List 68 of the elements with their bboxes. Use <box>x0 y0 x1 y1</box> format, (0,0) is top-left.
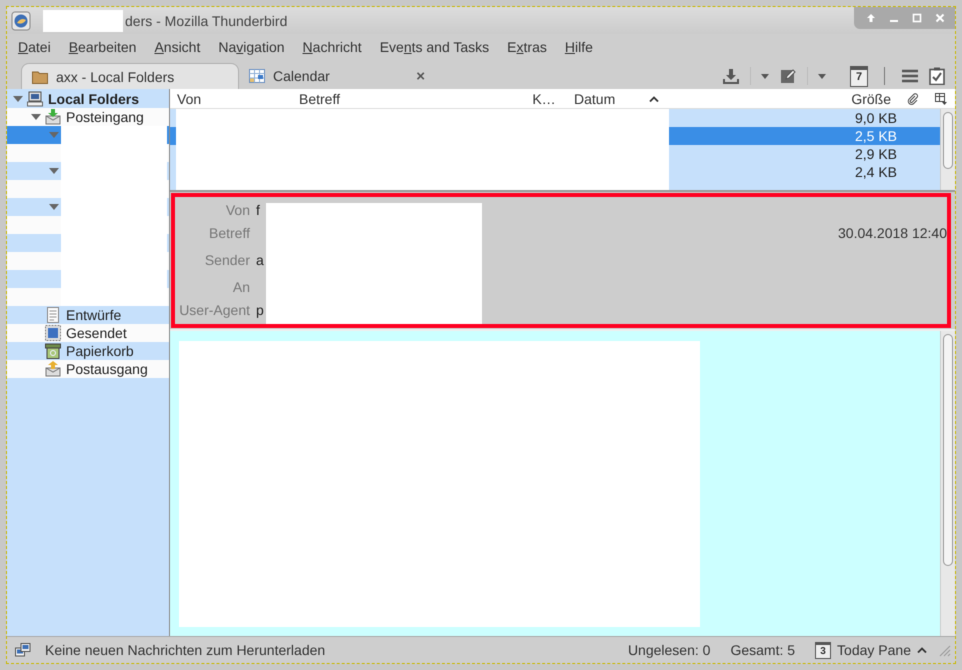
column-picker-icon[interactable] <box>935 92 947 104</box>
folder-row[interactable] <box>7 126 169 144</box>
total-count: Gesamt: 5 <box>730 642 796 658</box>
message-date: 30.04.2018 12:40 <box>838 225 947 241</box>
today-pane-button[interactable]: 3 Today Pane <box>815 642 927 658</box>
close-icon[interactable] <box>935 13 945 23</box>
network-icon <box>15 643 31 657</box>
scrollbar[interactable] <box>940 109 955 190</box>
tab[interactable]: axx - Local Folders <box>21 63 239 89</box>
calendar-icon <box>249 69 265 83</box>
expand-caret-icon[interactable] <box>49 168 59 174</box>
header-label: An <box>232 279 250 295</box>
header-label: Betreff <box>208 225 250 241</box>
close-tab-button[interactable]: × <box>416 68 425 84</box>
menu-item[interactable]: Datei <box>18 39 51 55</box>
folder-row[interactable]: Gesendet <box>7 324 169 342</box>
menu-item[interactable]: Events and Tasks <box>380 39 490 55</box>
folder-row[interactable]: Posteingang <box>7 108 169 126</box>
calendar-button[interactable]: 7 <box>850 66 868 86</box>
dropdown-caret-icon[interactable] <box>761 74 769 78</box>
inbox-icon <box>45 109 61 125</box>
header-label: User-Agent <box>178 302 250 318</box>
sort-ascending-icon <box>649 96 659 102</box>
task-checklist-icon[interactable] <box>929 67 945 85</box>
stamp-icon <box>45 325 61 341</box>
menu-item[interactable]: Navigation <box>218 39 285 55</box>
expand-caret-icon[interactable] <box>13 96 23 102</box>
outbox-icon <box>45 361 61 377</box>
expand-caret-icon[interactable] <box>49 204 59 210</box>
menu-item[interactable]: Ansicht <box>154 39 200 55</box>
paperclip-icon[interactable] <box>907 92 919 104</box>
header-value: f <box>256 202 260 218</box>
up-arrow-icon[interactable] <box>866 13 876 23</box>
folder-row[interactable]: Postausgang <box>7 360 169 378</box>
scrollbar[interactable] <box>940 331 955 636</box>
window-title: ders - Mozilla Thunderbird <box>125 12 288 28</box>
header-value: a <box>256 252 264 268</box>
menu-item[interactable]: Hilfe <box>564 39 593 55</box>
menu-icon[interactable] <box>901 69 919 83</box>
maximize-icon[interactable] <box>912 13 922 23</box>
column-header[interactable]: Von <box>170 90 292 106</box>
unread-count: Ungelesen: 0 <box>628 642 710 658</box>
status-message: Keine neuen Nachrichten zum Herunterladen <box>45 642 326 658</box>
caret-icon <box>917 647 927 653</box>
menu-item[interactable]: Nachricht <box>302 39 362 55</box>
column-header[interactable]: Datum <box>567 90 667 106</box>
header-label: Sender <box>204 252 250 268</box>
download-icon[interactable] <box>722 67 740 85</box>
pencil-icon[interactable] <box>779 67 797 85</box>
message-row[interactable]: 2,4 KB <box>170 163 940 181</box>
message-row[interactable]: 2,9 KB <box>170 145 940 163</box>
menu-item[interactable]: Bearbeiten <box>68 39 136 55</box>
app-icon <box>11 10 31 30</box>
tab[interactable]: Calendar × <box>239 63 435 89</box>
column-header[interactable]: Betreff <box>292 90 514 106</box>
dropdown-caret-icon[interactable] <box>818 74 826 78</box>
message-row[interactable]: 9,0 KB <box>170 109 940 127</box>
trash-icon <box>45 343 61 359</box>
resize-grip-icon[interactable] <box>937 643 951 657</box>
computer-icon <box>27 91 43 107</box>
expand-caret-icon[interactable] <box>31 114 41 120</box>
document-icon <box>45 307 61 323</box>
column-header[interactable]: Größe <box>809 90 899 106</box>
header-value: p <box>256 302 264 318</box>
header-label: Von <box>224 202 250 218</box>
folder-icon <box>32 70 48 84</box>
menu-item[interactable]: Extras <box>507 39 547 55</box>
column-header[interactable]: K… <box>514 90 567 106</box>
